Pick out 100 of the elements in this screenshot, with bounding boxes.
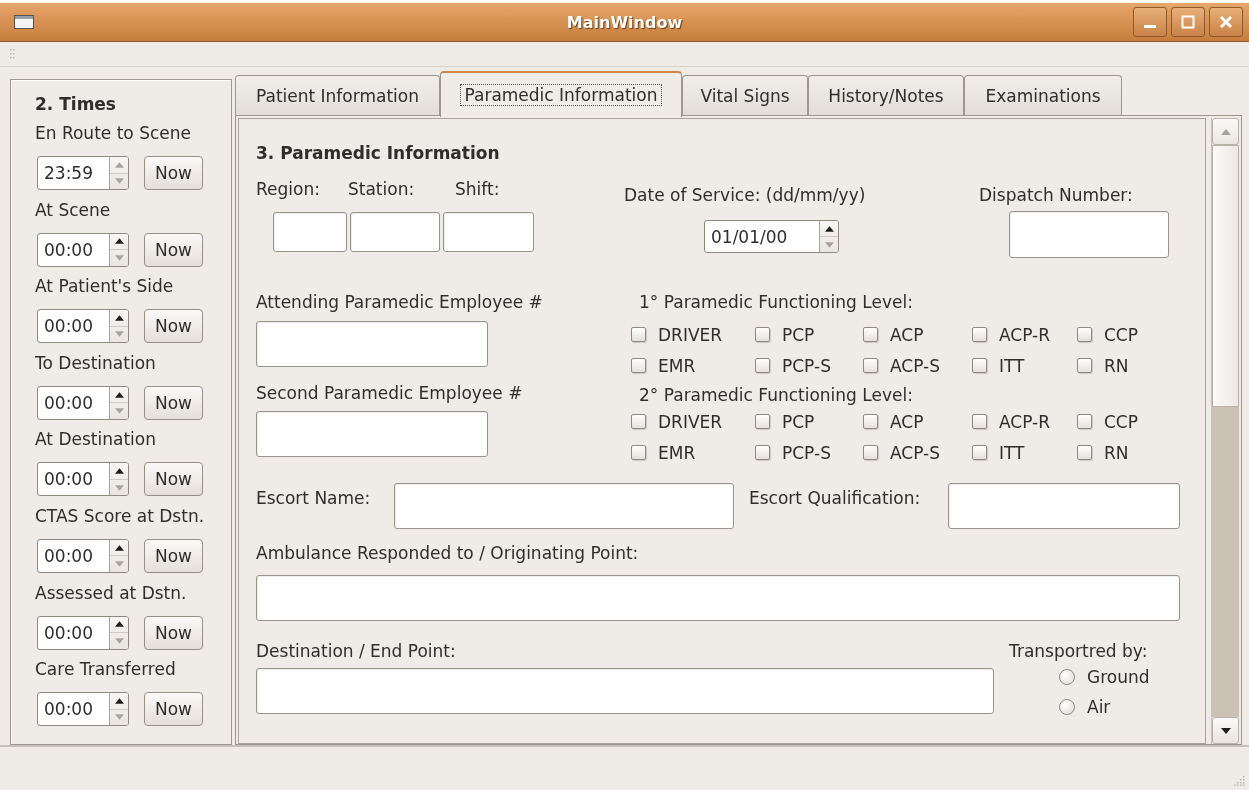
time-spinbox[interactable]: 00:00 [37,232,129,267]
checkbox[interactable] [1077,414,1092,429]
input-field[interactable] [350,212,440,252]
time-spinbox[interactable]: 00:00 [37,385,129,420]
field-label: Date of Service: (dd/mm/yy) [624,184,867,206]
field-label: Attending Paramedic Employee # [256,291,544,313]
checkbox[interactable] [755,445,770,460]
tab[interactable]: Examinations [964,75,1122,115]
up-arrow-icon [114,697,124,704]
up-arrow-icon [114,161,124,168]
checkbox[interactable] [1077,327,1092,342]
radio-button[interactable] [1059,699,1075,715]
checkbox[interactable] [755,414,770,429]
now-button[interactable]: Now [144,692,203,727]
now-button[interactable]: Now [144,538,203,573]
down-arrow-icon [114,714,124,721]
maximize-button[interactable] [1171,7,1205,37]
radio-button[interactable] [1059,669,1075,685]
now-button[interactable]: Now [144,615,203,650]
checkbox-label: ITT [999,354,1025,377]
down-arrow-icon [114,408,124,415]
up-arrow-icon [824,225,834,232]
checkbox-label: PCP [782,323,815,346]
checkbox[interactable] [863,445,878,460]
checkbox-label: PCP-S [782,354,831,377]
checkbox[interactable] [631,327,646,342]
field-label: Ambulance Responded to / Originating Point: [256,542,640,564]
group-label: 1° Paramedic Functioning Level: [639,291,913,313]
time-spinbox[interactable]: 00:00 [37,462,129,497]
up-arrow-icon [114,621,124,628]
now-button[interactable]: Now [144,462,203,497]
down-arrow-icon [1220,727,1231,734]
time-label: At Scene [35,198,112,221]
checkbox[interactable] [863,327,878,342]
time-spinbox[interactable]: 00:00 [37,615,129,650]
checkbox-label: ACP-R [999,410,1051,433]
tab[interactable]: Vital Signs [682,75,808,115]
now-button[interactable]: Now [144,309,203,344]
up-arrow-icon [114,314,124,321]
close-button[interactable] [1209,7,1243,37]
checkbox[interactable] [863,414,878,429]
window-title: MainWindow [566,12,683,32]
time-label: At Destination [35,428,157,451]
time-label: At Patient's Side [35,275,175,298]
time-spinbox[interactable]: 00:00 [37,692,129,727]
now-button[interactable]: Now [144,385,203,420]
field-label: Destination / End Point: [256,640,457,662]
checkbox[interactable] [755,327,770,342]
input-field[interactable] [394,483,734,529]
checkbox-label: ACP-S [890,441,940,464]
scroll-down-button[interactable] [1212,717,1239,744]
minimize-icon [1144,24,1156,28]
checkbox-label: ACP-S [890,354,940,377]
checkbox[interactable] [631,358,646,373]
checkbox[interactable] [1077,358,1092,373]
time-label: Care Transferred [35,658,177,681]
checkbox[interactable] [863,358,878,373]
checkbox[interactable] [972,327,987,342]
input-field[interactable] [443,212,534,252]
tab[interactable]: Paramedic Information [440,71,682,117]
down-arrow-icon [114,637,124,644]
checkbox[interactable] [631,445,646,460]
field-label: Second Paramedic Employee # [256,382,523,404]
checkbox[interactable] [755,358,770,373]
checkbox-label: ITT [999,441,1025,464]
now-button[interactable]: Now [144,232,203,267]
field-label: Escort Name: [256,487,371,509]
time-spinbox[interactable]: 00:00 [37,309,129,344]
checkbox[interactable] [631,414,646,429]
now-button[interactable]: Now [144,156,203,190]
scroll-thumb[interactable] [1212,145,1239,407]
minimize-button[interactable] [1133,7,1167,37]
scroll-up-button[interactable] [1212,118,1239,145]
time-label: To Destination [35,351,157,374]
down-arrow-icon [824,241,834,248]
checkbox[interactable] [972,445,987,460]
input-field[interactable] [948,483,1180,529]
input-field[interactable] [256,321,488,367]
field-label: Escort Qualification: [749,487,921,509]
input-field[interactable] [256,575,1180,621]
input-field[interactable] [256,411,488,457]
checkbox[interactable] [1077,445,1092,460]
field-label: Dispatch Number: [979,184,1134,206]
checkbox[interactable] [972,414,987,429]
checkbox-label: DRIVER [658,323,723,346]
time-spinbox[interactable]: 01/01/00 [704,220,839,253]
tab[interactable]: Patient Information [235,75,440,115]
field-label: Region: [256,178,321,200]
radio-label: Ground [1087,666,1150,688]
up-arrow-icon [114,544,124,551]
checkbox-label: RN [1104,354,1129,377]
input-field[interactable] [1009,211,1169,258]
tab[interactable]: History/Notes [808,75,964,115]
input-field[interactable] [256,668,994,714]
down-arrow-icon [114,561,124,568]
input-field[interactable] [273,212,347,252]
down-arrow-icon [114,331,124,338]
checkbox[interactable] [972,358,987,373]
time-spinbox[interactable]: 23:59 [37,156,129,190]
time-spinbox[interactable]: 00:00 [37,538,129,573]
